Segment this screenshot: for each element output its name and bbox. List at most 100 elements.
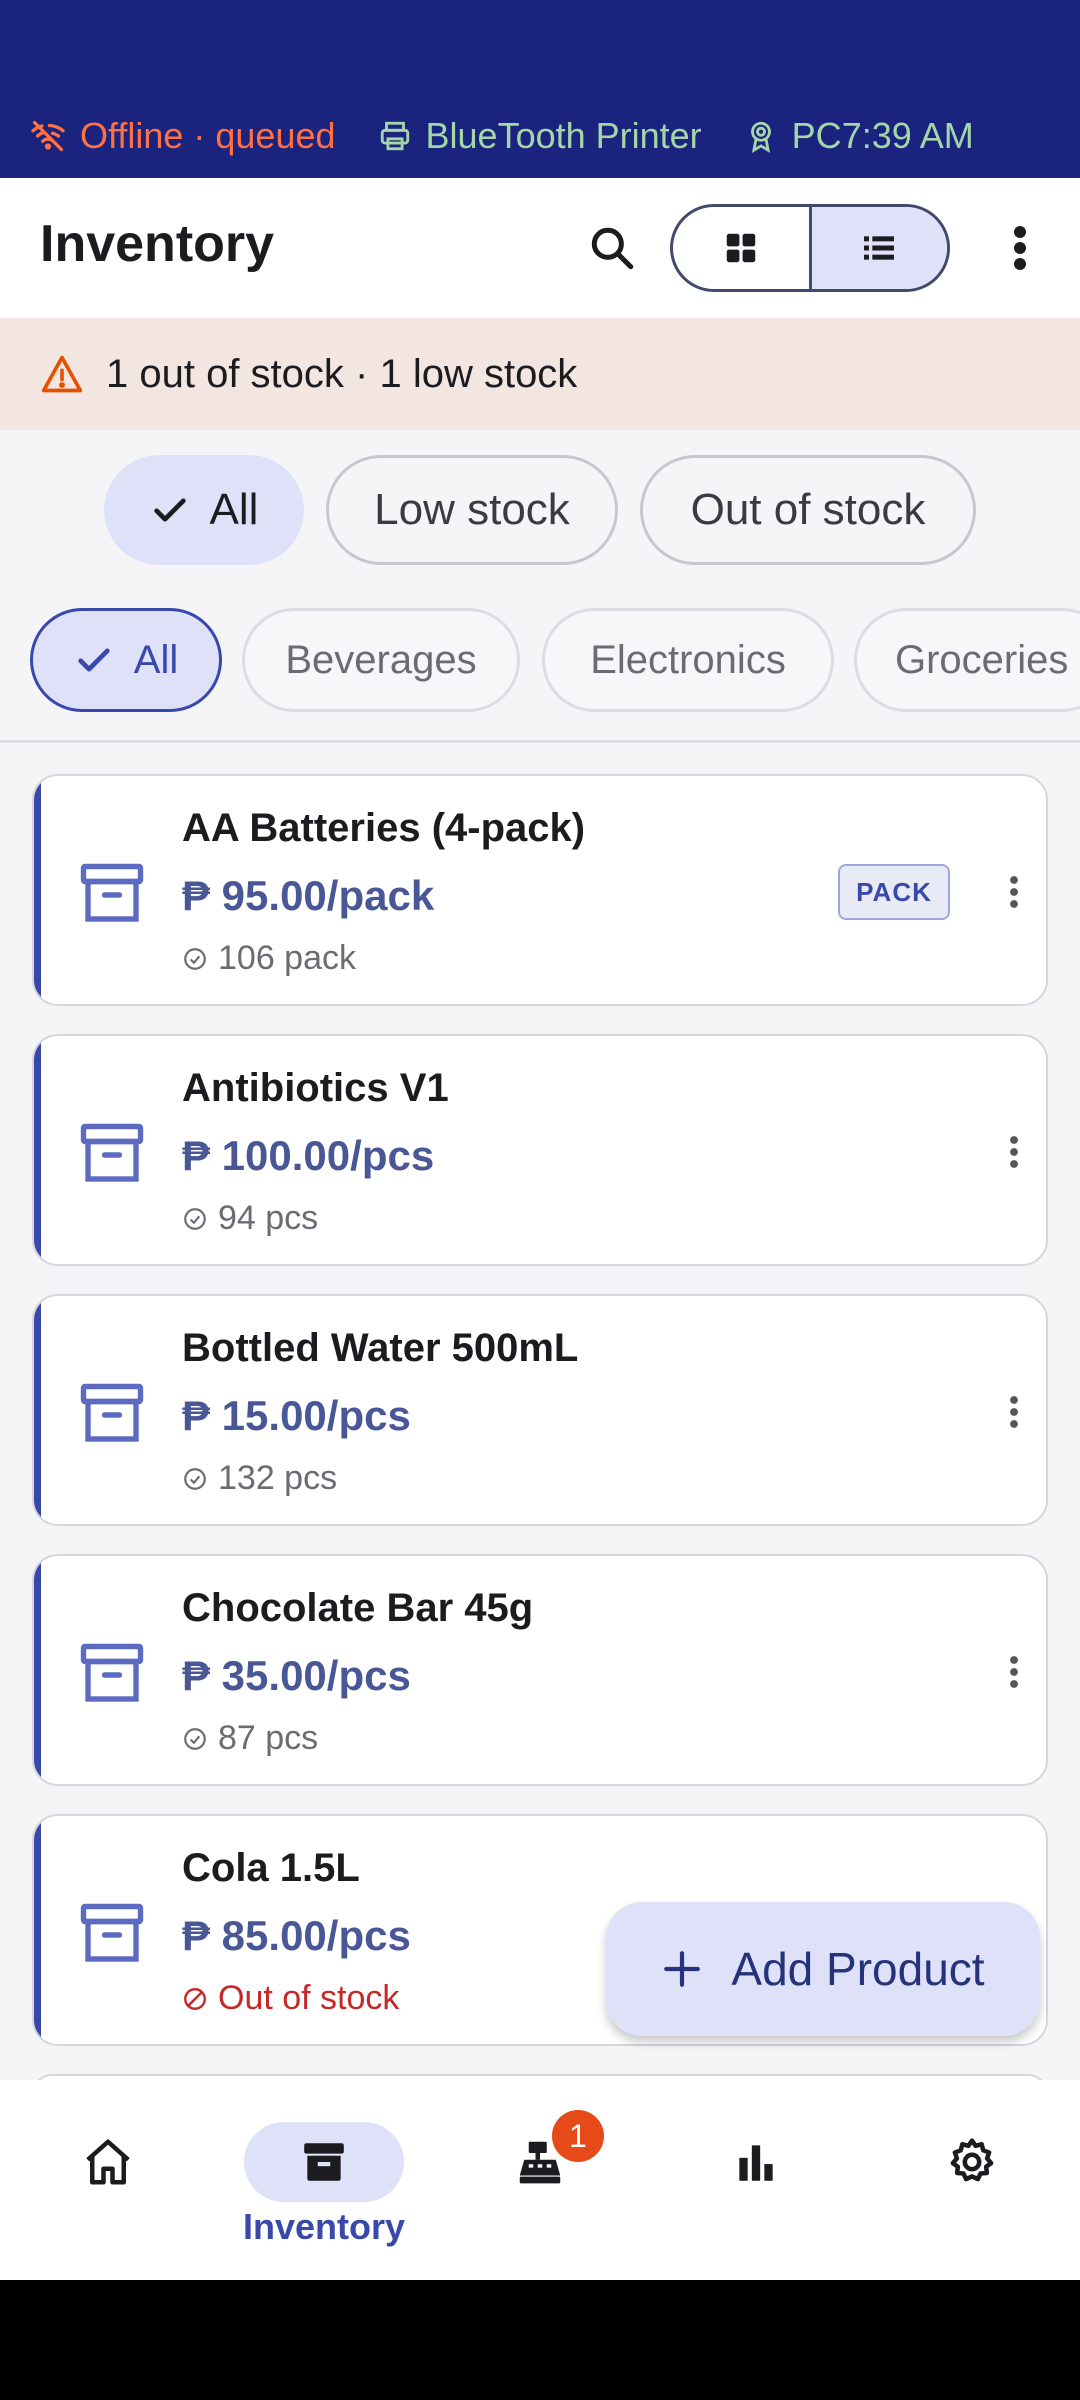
check-icon	[153, 498, 186, 522]
product-price: ₱ 95.00/pack	[182, 872, 435, 919]
nav-active-label: Inventory	[242, 2206, 406, 2247]
printer-icon	[380, 121, 409, 151]
block-icon	[184, 1987, 206, 2010]
clock: 7:39 AM	[841, 115, 974, 156]
check-icon	[78, 648, 110, 672]
product-name: Cola 1.5L	[182, 1846, 360, 1890]
product-price: ₱ 35.00/pcs	[182, 1652, 411, 1699]
filter-chip-out-of-stock[interactable]: Out of stock	[640, 455, 976, 565]
card-accent	[34, 1036, 41, 1264]
stock-alert-text: 1 out of stock · 1 low stock	[106, 351, 578, 396]
product-menu-button[interactable]	[994, 860, 1034, 924]
more-vert-icon	[1010, 1396, 1018, 1428]
archive-box-icon	[80, 1383, 144, 1442]
product-menu-button[interactable]	[994, 1120, 1034, 1184]
product-menu-button[interactable]	[994, 1380, 1034, 1444]
product-card[interactable]: Chocolate Bar 45g ₱ 35.00/pcs 87 pcs	[32, 1554, 1048, 1786]
fab-label: Add Product	[731, 1943, 985, 1995]
filter-chip-low-stock[interactable]: Low stock	[326, 455, 618, 565]
view-mode-toggle	[670, 204, 950, 292]
home-icon	[86, 2139, 130, 2185]
card-accent	[34, 1556, 41, 1784]
category-chip-groceries[interactable]: Groceries	[854, 608, 1080, 712]
more-vert-icon	[1010, 1656, 1018, 1688]
stock-quantity: 94 pcs	[218, 1199, 319, 1237]
check-circle-icon	[184, 947, 206, 970]
overflow-menu-button[interactable]	[990, 208, 1050, 288]
nav-icon-container	[244, 2122, 404, 2202]
card-accent	[34, 776, 41, 1004]
product-stock: 106 pack	[182, 939, 356, 978]
check-circle-icon	[184, 1727, 206, 1750]
nav-inventory[interactable]: Inventory	[243, 2110, 405, 2250]
product-name: AA Batteries (4-pack)	[182, 806, 586, 850]
category-chip-beverages[interactable]: Beverages	[242, 608, 520, 712]
product-name: Chocolate Bar 45g	[182, 1586, 534, 1630]
nav-icon-container	[892, 2122, 1052, 2202]
more-vert-icon	[1014, 226, 1026, 270]
nav-icon-container	[28, 2122, 188, 2202]
product-stock: 132 pcs	[182, 1459, 337, 1498]
product-stock: 87 pcs	[182, 1719, 318, 1758]
product-stock: Out of stock	[182, 1979, 399, 2018]
printer-status: BlueTooth Printer	[378, 115, 702, 157]
nav-reports[interactable]	[676, 2110, 836, 2250]
search-icon	[591, 227, 634, 270]
chip-label: Low stock	[374, 485, 570, 534]
chip-label: Groceries	[895, 637, 1069, 682]
add-product-button[interactable]: Add Product	[606, 1902, 1040, 2036]
chip-label: Out of stock	[690, 485, 926, 534]
card-accent	[34, 1296, 41, 1524]
search-button[interactable]	[572, 208, 652, 288]
product-price: ₱ 100.00/pcs	[182, 1132, 435, 1179]
bottom-navigation: Inventory 1	[0, 2080, 1080, 2280]
reports-icon	[739, 2145, 773, 2181]
pc-status: PC 7:39 AM	[744, 115, 974, 157]
stock-status: Out of stock	[218, 1979, 400, 2017]
list-view-icon	[864, 236, 895, 260]
top-app-bar: Inventory	[0, 178, 1080, 318]
archive-box-icon	[80, 1123, 144, 1182]
check-circle-icon	[184, 1207, 206, 1230]
list-view-button[interactable]	[811, 207, 947, 289]
category-chip-electronics[interactable]: Electronics	[542, 608, 834, 712]
unit-badge: PACK	[838, 864, 950, 920]
nav-icon-container	[676, 2122, 836, 2202]
nav-settings[interactable]	[892, 2110, 1052, 2250]
stock-quantity: 87 pcs	[218, 1719, 319, 1757]
product-name: Bottled Water 500mL	[182, 1326, 579, 1370]
divider	[0, 740, 1080, 743]
archive-box-icon	[80, 1903, 144, 1962]
inventory-icon	[304, 2143, 344, 2181]
product-card[interactable]: Antibiotics V1 ₱ 100.00/pcs 94 pcs	[32, 1034, 1048, 1266]
product-card[interactable]: AA Batteries (4-pack) ₱ 95.00/pack 106 p…	[32, 774, 1048, 1006]
warning-icon	[41, 355, 83, 393]
card-accent	[34, 1816, 41, 2044]
status-bar: Offline · queued BlueTooth Printer PC 7:3…	[0, 0, 1080, 178]
grid-view-button[interactable]	[673, 207, 812, 289]
stock-quantity: 132 pcs	[218, 1459, 338, 1497]
chip-label: All	[133, 637, 179, 682]
nav-home[interactable]	[28, 2110, 188, 2250]
grid-view-icon	[726, 233, 755, 263]
chip-label: Electronics	[590, 637, 786, 682]
plus-icon	[664, 1951, 701, 1987]
pc-label: PC	[791, 115, 842, 156]
product-price: ₱ 15.00/pcs	[182, 1392, 411, 1439]
check-circle-icon	[184, 1467, 206, 1490]
stock-alert-banner[interactable]: 1 out of stock · 1 low stock	[0, 318, 1080, 430]
product-card[interactable]: Bottled Water 500mL ₱ 15.00/pcs 132 pcs	[32, 1294, 1048, 1526]
inventory-screen: Offline · queued BlueTooth Printer PC 7:3…	[0, 0, 1080, 2280]
archive-box-icon	[80, 1643, 144, 1702]
printer-name: BlueTooth Printer	[425, 115, 702, 156]
award-icon	[750, 121, 771, 153]
nav-register[interactable]: 1	[460, 2110, 620, 2250]
archive-box-icon	[80, 863, 144, 922]
product-name: Antibiotics V1	[182, 1066, 449, 1110]
network-status-text: Offline · queued	[80, 115, 336, 156]
product-menu-button[interactable]	[994, 1640, 1034, 1704]
product-stock: 94 pcs	[182, 1199, 318, 1238]
offline-status: Offline · queued	[30, 115, 336, 157]
category-chip-all[interactable]: All	[30, 608, 222, 712]
filter-chip-all[interactable]: All	[104, 455, 304, 565]
